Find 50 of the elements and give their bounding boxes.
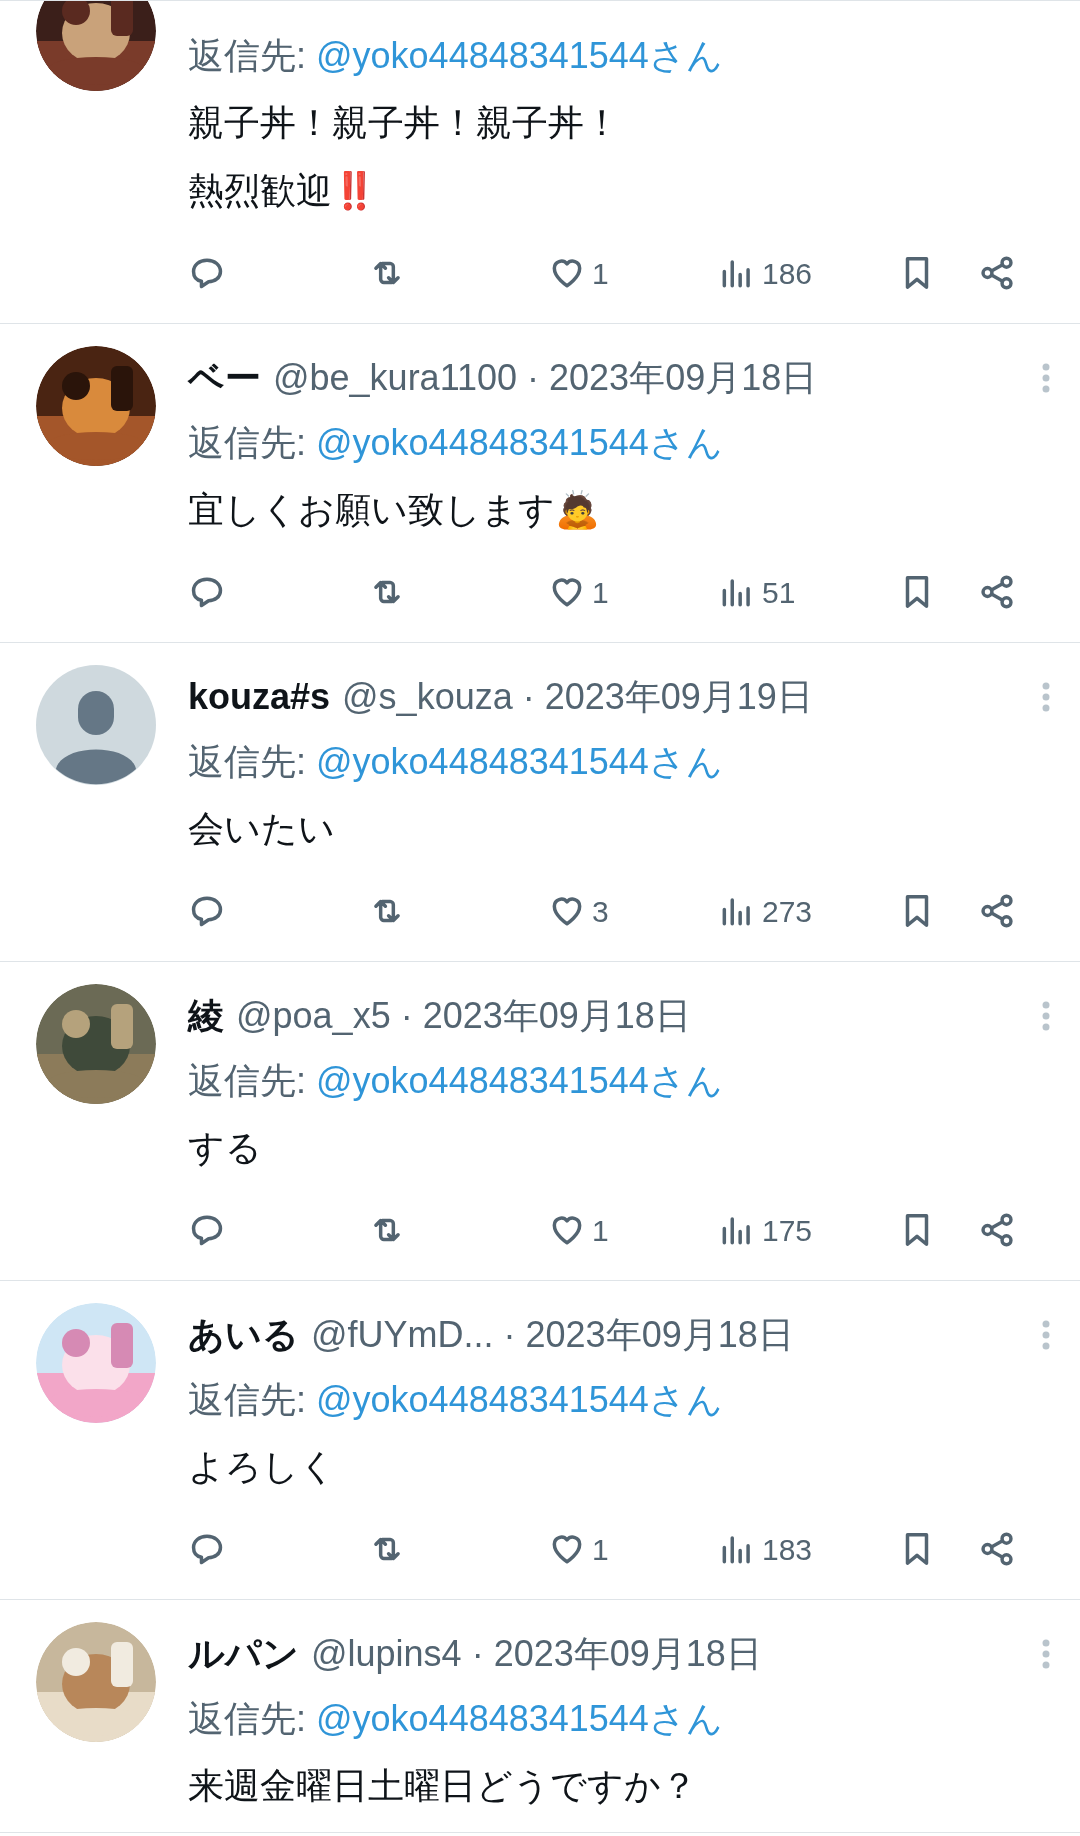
like-count: 1	[592, 1531, 609, 1568]
tweet-card[interactable]: ベー @be_kura1100 · 2023年09月18日 返信先: @yoko44848341544さん 宜しくお願い致します🙇 1 51	[0, 324, 1080, 643]
reply-label: 返信先:	[188, 740, 306, 784]
tweet-text: 会いたい	[188, 807, 336, 851]
user-handle[interactable]: @fUYmD...	[311, 1308, 494, 1362]
post-date: · 2023年09月18日	[400, 994, 691, 1038]
like-count: 1	[592, 574, 609, 611]
tweet-text: よろしく	[188, 1445, 337, 1489]
view-count: 186	[762, 255, 813, 292]
reply-label: 返信先:	[188, 34, 306, 78]
share-icon[interactable]	[978, 573, 1016, 611]
post-date: · 2023年09月18日	[527, 356, 818, 400]
tweet-card[interactable]: kouza#s @s_kouza · 2023年09月19日 返信先: @yoko44848341544さん 会いたい 3 273	[0, 643, 1080, 962]
like-count: 1	[592, 1212, 609, 1249]
tweet-text: 来週金曜日土曜日どうですか？	[188, 1764, 698, 1808]
user-handle[interactable]: @s_kouza	[342, 670, 513, 724]
share-icon[interactable]	[978, 892, 1016, 930]
default-avatar-icon	[36, 665, 156, 785]
post-date: · 2023年09月18日	[503, 1313, 794, 1357]
user-name[interactable]: ベー	[188, 351, 261, 405]
tweet-text: 宜しくお願い致します🙇	[188, 488, 601, 532]
user-name[interactable]: kouza#s	[188, 670, 331, 724]
post-date: · 2023年09月18日	[471, 1632, 762, 1676]
tweet-text: 親子丼！親子丼！親子丼！	[188, 101, 621, 145]
reply-label: 返信先:	[188, 1378, 306, 1422]
share-icon[interactable]	[978, 1530, 1016, 1568]
user-handle[interactable]: @lupins4	[311, 1627, 462, 1681]
tweet-text: 熱烈歓迎‼	[188, 169, 378, 213]
share-icon[interactable]	[978, 254, 1016, 292]
tweet-card[interactable]: あいる @fUYmD... · 2023年09月18日 返信先: @yoko44848341544さん よろしく 1 183	[0, 1281, 1080, 1600]
tweet-text: する	[188, 1126, 263, 1170]
user-name[interactable]: ルパン	[188, 1627, 299, 1681]
reply-label: 返信先:	[188, 1059, 306, 1103]
user-name[interactable]: 綾	[188, 989, 224, 1043]
reply-label: 返信先:	[188, 421, 306, 465]
view-count: 183	[762, 1531, 813, 1568]
view-count: 273	[762, 893, 813, 930]
tweet-card[interactable]: ルパン @lupins4 · 2023年09月18日 返信先: @yoko44848341544さん 来週金曜日土曜日どうですか？	[0, 1600, 1080, 1833]
user-name[interactable]: あいる	[188, 1308, 299, 1362]
user-handle[interactable]: @poa_x5	[236, 989, 391, 1043]
tweet-card[interactable]: 綾 @poa_x5 · 2023年09月18日 返信先: @yoko44848341544さん する 1 175	[0, 962, 1080, 1281]
like-count: 1	[592, 255, 609, 292]
view-count: 175	[762, 1212, 813, 1249]
tweet-card[interactable]: 返信先: @yoko44848341544さん 親子丼！親子丼！親子丼！ 熱烈歓迎‼ 1 186	[0, 1, 1080, 324]
reply-label: 返信先:	[188, 1697, 306, 1741]
user-handle[interactable]: @be_kura1100	[273, 351, 518, 405]
view-count: 51	[762, 574, 796, 611]
post-date: · 2023年09月19日	[522, 675, 813, 719]
share-icon[interactable]	[978, 1211, 1016, 1249]
like-count: 3	[592, 893, 609, 930]
